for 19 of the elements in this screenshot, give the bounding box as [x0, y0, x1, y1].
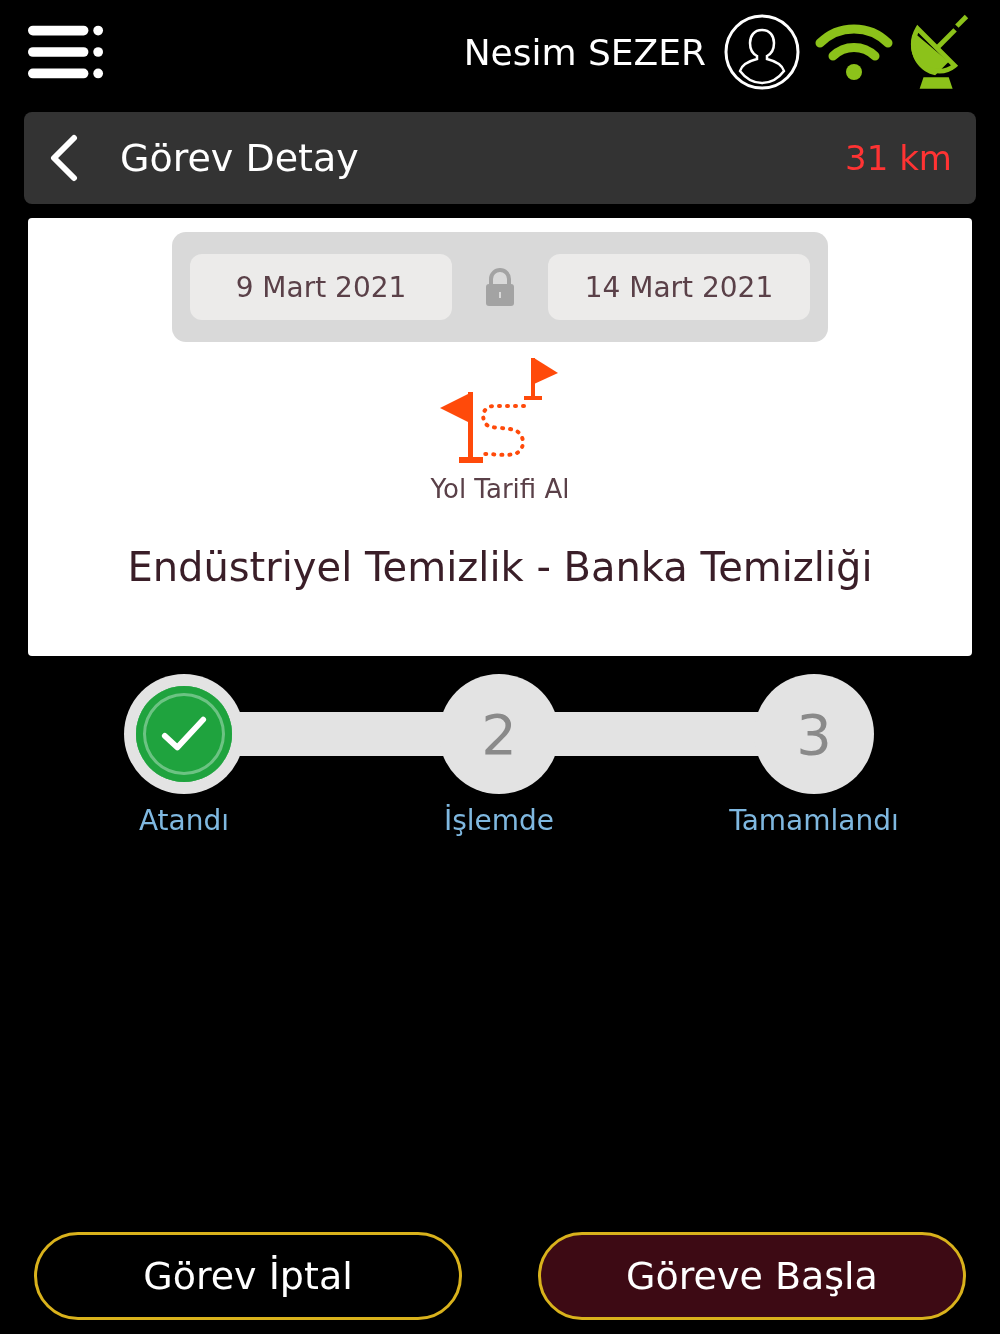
step-number: 2 [481, 701, 517, 767]
page-title: Görev Detay [120, 136, 360, 180]
cancel-task-button[interactable]: Görev İptal [34, 1232, 462, 1320]
menu-icon[interactable] [28, 25, 104, 79]
user-avatar-icon[interactable] [724, 14, 800, 90]
lock-icon [484, 267, 516, 307]
back-icon[interactable] [48, 134, 78, 182]
user-name: Nesim SEZER [463, 31, 706, 73]
step-label: Atandı [138, 804, 230, 837]
step-label: İşlemde [443, 804, 555, 837]
start-task-button[interactable]: Göreve Başla [538, 1232, 966, 1320]
step-label: Tamamlandı [729, 804, 899, 837]
wifi-icon [814, 23, 894, 81]
start-date: 9 Mart 2021 [190, 254, 452, 320]
task-title: Endüstriyel Temizlik - Banka Temizliği [127, 544, 873, 590]
directions-link[interactable]: Yol Tarifi Al [430, 356, 570, 504]
step-number: 3 [796, 701, 832, 767]
end-date: 14 Mart 2021 [548, 254, 810, 320]
distance-text: 31 km [845, 138, 952, 178]
